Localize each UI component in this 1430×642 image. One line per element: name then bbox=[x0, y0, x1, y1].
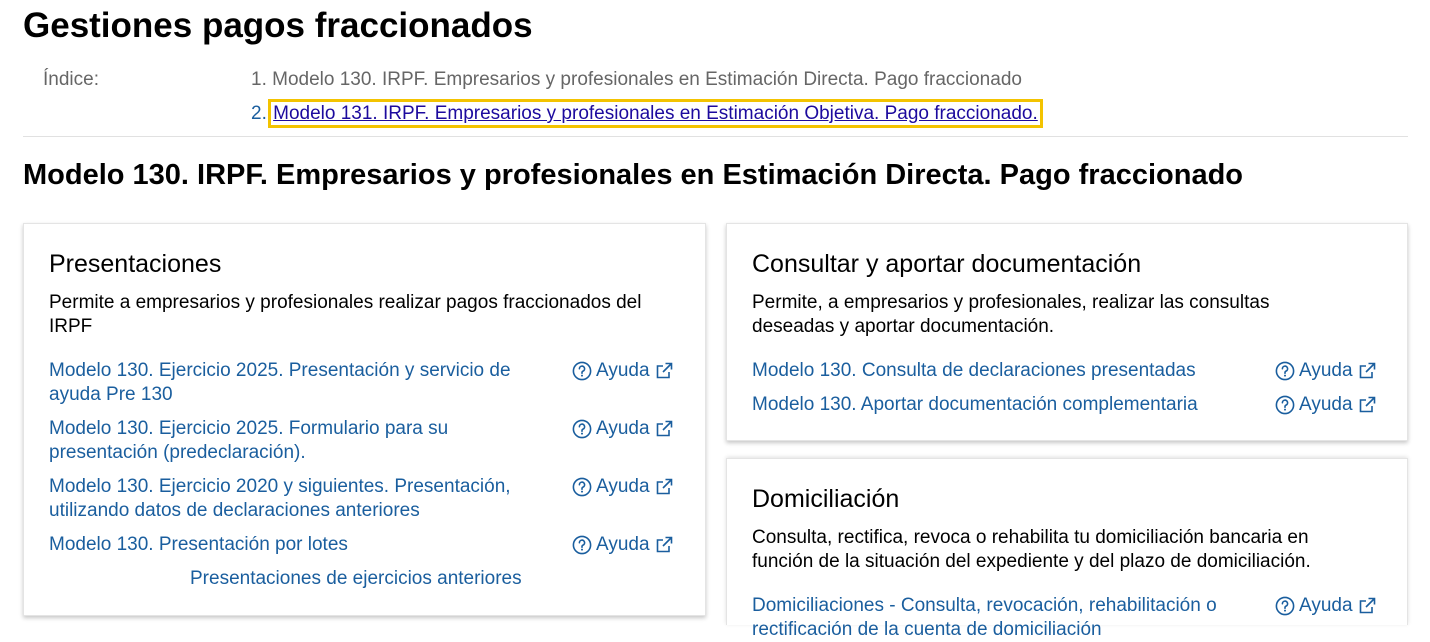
card-consultar: Consultar y aportar documentación Permit… bbox=[726, 223, 1408, 441]
external-link-icon bbox=[656, 478, 672, 495]
help-label: Ayuda bbox=[1299, 595, 1353, 616]
link-consulta-declaraciones[interactable]: Modelo 130. Consulta de declaraciones pr… bbox=[752, 359, 1196, 383]
card-domiciliacion: Domiciliación Consulta, rectifica, revoc… bbox=[726, 458, 1408, 640]
index-list: 1. Modelo 130. IRPF. Empresarios y profe… bbox=[251, 69, 1043, 128]
index-item-2[interactable]: 2. Modelo 131. IRPF. Empresarios y profe… bbox=[251, 99, 1043, 128]
card-title: Presentaciones bbox=[49, 250, 222, 278]
link-declaraciones-anteriores[interactable]: Modelo 130. Ejercicio 2020 y siguientes.… bbox=[49, 475, 549, 523]
help-link[interactable]: Ayuda bbox=[1275, 393, 1377, 417]
card-description: Consulta, rectifica, revoca o rehabilita… bbox=[752, 527, 1311, 572]
card-description: Permite a empresarios y profesionales re… bbox=[49, 292, 642, 337]
index-item-number: 2. bbox=[251, 103, 267, 124]
index-link-modelo-131[interactable]: Modelo 131. IRPF. Empresarios y profesio… bbox=[268, 99, 1043, 128]
section-title: Modelo 130. IRPF. Empresarios y profesio… bbox=[23, 159, 1243, 191]
link-presentacion-lotes[interactable]: Modelo 130. Presentación por lotes bbox=[49, 533, 549, 557]
help-label: Ayuda bbox=[596, 418, 650, 439]
link-ejercicios-anteriores[interactable]: Presentaciones de ejercicios anteriores bbox=[190, 567, 522, 591]
link-domiciliaciones[interactable]: Domiciliaciones - Consulta, revocación, … bbox=[752, 594, 1252, 642]
help-link[interactable]: Ayuda bbox=[1275, 594, 1377, 618]
page-title: Gestiones pagos fraccionados bbox=[23, 6, 533, 45]
help-label: Ayuda bbox=[596, 476, 650, 497]
link-formulario-predeclaracion[interactable]: Modelo 130. Ejercicio 2025. Formulario p… bbox=[49, 417, 519, 465]
question-circle-icon bbox=[572, 477, 592, 497]
card-title: Domiciliación bbox=[752, 485, 900, 513]
question-circle-icon bbox=[572, 419, 592, 439]
help-label: Ayuda bbox=[1299, 394, 1353, 415]
external-link-icon bbox=[1359, 362, 1375, 379]
external-link-icon bbox=[1359, 597, 1375, 614]
help-label: Ayuda bbox=[1299, 360, 1353, 381]
card-title: Consultar y aportar documentación bbox=[752, 250, 1142, 278]
external-link-icon bbox=[656, 420, 672, 437]
external-link-icon bbox=[1359, 396, 1375, 413]
help-label: Ayuda bbox=[596, 534, 650, 555]
index-item-1[interactable]: 1. Modelo 130. IRPF. Empresarios y profe… bbox=[251, 69, 1039, 91]
card-description: Permite, a empresarios y profesionales, … bbox=[752, 292, 1270, 337]
card-presentaciones: Presentaciones Permite a empresarios y p… bbox=[23, 223, 706, 616]
index-label: Índice: bbox=[43, 69, 99, 90]
index-item-number: 1. bbox=[251, 69, 267, 90]
help-link[interactable]: Ayuda bbox=[572, 417, 674, 441]
question-circle-icon bbox=[1275, 395, 1295, 415]
link-presentacion-pre130[interactable]: Modelo 130. Ejercicio 2025. Presentación… bbox=[49, 359, 549, 407]
question-circle-icon bbox=[1275, 596, 1295, 616]
question-circle-icon bbox=[1275, 361, 1295, 381]
help-link[interactable]: Ayuda bbox=[572, 475, 674, 499]
question-circle-icon bbox=[572, 535, 592, 555]
help-link[interactable]: Ayuda bbox=[1275, 359, 1377, 383]
divider bbox=[23, 136, 1408, 137]
question-circle-icon bbox=[572, 361, 592, 381]
help-link[interactable]: Ayuda bbox=[572, 533, 674, 557]
help-label: Ayuda bbox=[596, 360, 650, 381]
link-aportar-documentacion[interactable]: Modelo 130. Aportar documentación comple… bbox=[752, 393, 1198, 417]
external-link-icon bbox=[656, 362, 672, 379]
external-link-icon bbox=[656, 536, 672, 553]
index-item-label[interactable]: Modelo 130. IRPF. Empresarios y profesio… bbox=[272, 69, 1022, 90]
help-link[interactable]: Ayuda bbox=[572, 359, 674, 383]
